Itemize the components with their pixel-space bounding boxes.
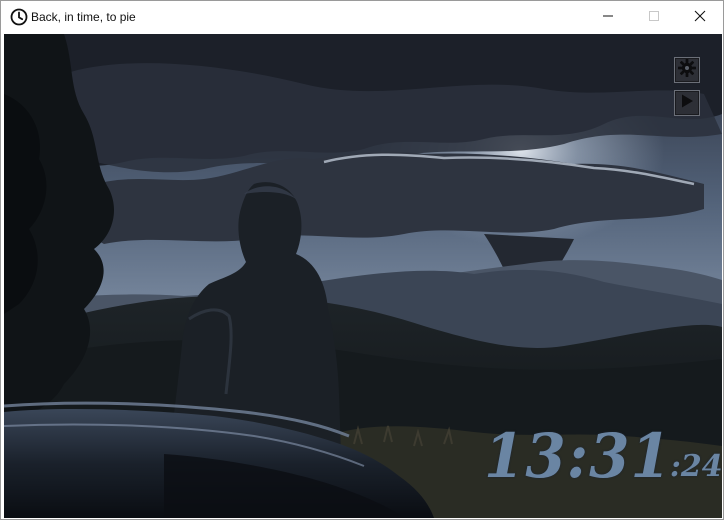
settings-button[interactable] — [674, 57, 700, 83]
clock-display-area[interactable]: 13:31:24 — [4, 34, 722, 518]
minimize-button[interactable] — [585, 1, 631, 31]
clock-seconds: :24 — [669, 449, 722, 484]
title-bar[interactable]: Back, in time, to pie — [1, 1, 723, 33]
maximize-button[interactable] — [631, 1, 677, 31]
play-button[interactable] — [674, 90, 700, 116]
play-icon — [679, 93, 695, 113]
app-window: Back, in time, to pie 13:31:24 — [0, 0, 724, 520]
window-title: Back, in time, to pie — [31, 10, 136, 24]
clock-icon — [10, 8, 28, 26]
clock-hours-minutes: 13:31 — [484, 420, 672, 492]
maximize-icon — [648, 10, 660, 22]
gear-icon — [677, 58, 697, 82]
minimize-icon — [602, 10, 614, 22]
close-button[interactable] — [677, 1, 723, 31]
close-icon — [694, 10, 706, 22]
clock-display: 13:31:24 — [484, 420, 722, 492]
